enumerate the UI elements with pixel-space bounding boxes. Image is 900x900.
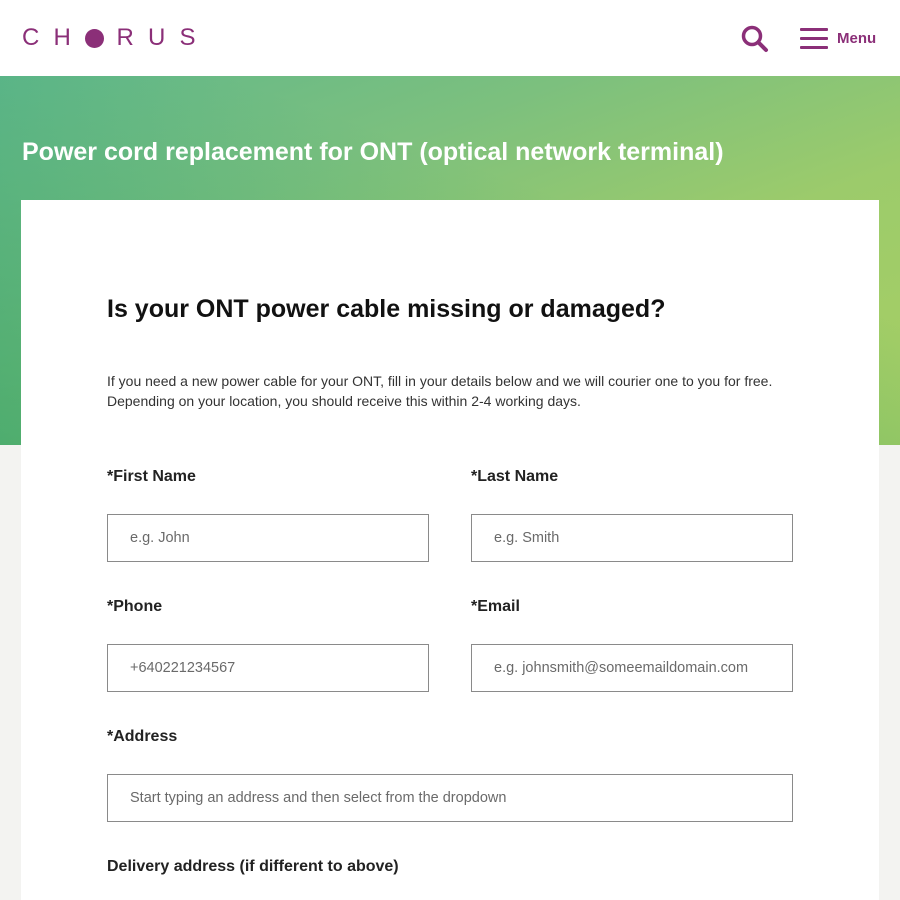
search-icon — [741, 25, 768, 52]
email-label: *Email — [471, 598, 520, 615]
logo-letter-u: U — [148, 24, 166, 51]
form-card: Is your ONT power cable missing or damag… — [21, 200, 879, 900]
logo-letter-s: S — [179, 24, 196, 51]
first-name-label: *First Name — [107, 468, 196, 485]
phone-label: *Phone — [107, 598, 163, 615]
menu-label: Menu — [837, 29, 877, 47]
last-name-input[interactable] — [471, 514, 793, 562]
search-button[interactable] — [740, 24, 770, 54]
first-name-input[interactable] — [107, 514, 429, 562]
logo-dot — [85, 28, 104, 48]
site-header: C H R U S Menu — [0, 0, 900, 76]
form-heading: Is your ONT power cable missing or damag… — [107, 295, 666, 323]
address-input[interactable] — [107, 774, 793, 822]
page-title: Power cord replacement for ONT (optical … — [22, 138, 724, 166]
hamburger-menu-icon — [800, 26, 828, 50]
logo-letter-c: C — [22, 24, 40, 51]
delivery-address-label: Delivery address (if different to above) — [107, 858, 399, 875]
chorus-logo[interactable]: C H R U S — [22, 24, 211, 52]
phone-input[interactable] — [107, 644, 429, 692]
email-input[interactable] — [471, 644, 793, 692]
logo-letter-h: H — [53, 24, 71, 51]
address-label: *Address — [107, 728, 178, 745]
menu-button[interactable]: Menu — [800, 25, 876, 51]
form-description: If you need a new power cable for your O… — [107, 373, 773, 409]
last-name-label: *Last Name — [471, 468, 559, 485]
logo-letter-r: R — [116, 24, 134, 51]
